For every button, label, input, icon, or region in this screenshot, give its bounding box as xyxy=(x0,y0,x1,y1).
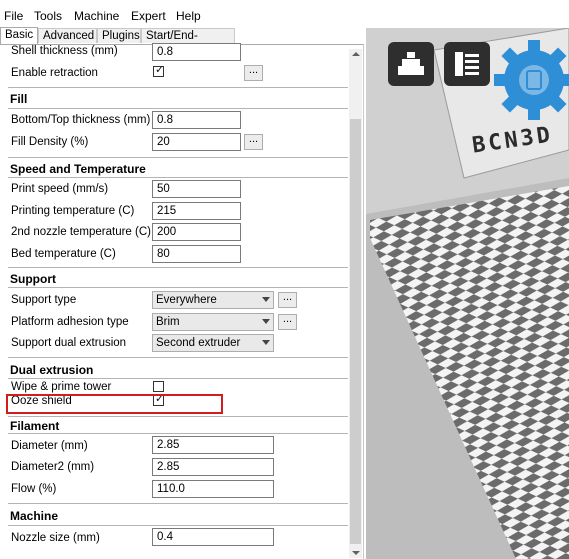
load-icon xyxy=(398,52,424,75)
menu-file[interactable]: File xyxy=(4,9,23,23)
divider xyxy=(8,287,348,288)
support-dual-extrusion-value: Second extruder xyxy=(156,337,241,349)
platform-adhesion-more-button[interactable]: ... xyxy=(278,314,297,330)
fill-header: Fill xyxy=(10,92,28,106)
scroll-up-arrow-icon[interactable] xyxy=(352,52,360,56)
divider xyxy=(8,378,348,379)
filament-header: Filament xyxy=(10,419,60,433)
flow-field[interactable]: 110.0 xyxy=(152,480,274,498)
print-speed-label: Print speed (mm/s) xyxy=(11,183,109,195)
menu-machine[interactable]: Machine xyxy=(74,9,119,23)
diameter2-field[interactable]: 2.85 xyxy=(152,458,274,476)
ooze-shield-highlight xyxy=(6,394,223,414)
divider xyxy=(8,503,348,504)
load-model-button[interactable] xyxy=(388,42,434,86)
nozzle-size-field[interactable]: 0.4 xyxy=(152,528,274,546)
retraction-more-button[interactable]: ... xyxy=(244,65,263,81)
bed-temperature-label: Bed temperature (C) xyxy=(11,248,116,260)
shell-thickness-label: Shell thickness (mm) xyxy=(11,45,118,57)
flow-label: Flow (%) xyxy=(11,483,57,495)
wipe-prime-tower-label: Wipe & prime tower xyxy=(11,381,112,393)
diameter-label: Diameter (mm) xyxy=(11,440,88,452)
shell-thickness-field[interactable]: 0.8 xyxy=(152,43,241,61)
tab-advanced[interactable]: Advanced xyxy=(38,28,97,43)
divider xyxy=(8,87,348,88)
support-header: Support xyxy=(10,272,56,286)
support-type-label: Support type xyxy=(11,294,77,306)
menu-tools[interactable]: Tools xyxy=(34,9,62,23)
wipe-prime-tower-checkbox[interactable] xyxy=(153,381,164,392)
dual-extrusion-header: Dual extrusion xyxy=(10,363,94,377)
printing-temperature-label: Printing temperature (C) xyxy=(11,205,135,217)
speed-temperature-header: Speed and Temperature xyxy=(10,162,146,176)
enable-retraction-checkbox[interactable]: ✓ xyxy=(153,64,164,77)
bed-temperature-field[interactable]: 80 xyxy=(152,245,241,263)
scrollbar-thumb[interactable] xyxy=(350,119,361,544)
divider xyxy=(8,525,348,526)
machine-header: Machine xyxy=(10,509,59,523)
3d-viewport[interactable]: BCN3D xyxy=(366,28,569,559)
support-type-select[interactable]: Everywhere xyxy=(152,291,274,309)
bottom-top-thickness-field[interactable]: 0.8 xyxy=(152,111,241,129)
divider xyxy=(8,357,348,358)
diameter-field[interactable]: 2.85 xyxy=(152,436,274,454)
diameter2-label: Diameter2 (mm) xyxy=(11,461,95,473)
divider xyxy=(8,267,348,268)
bottom-top-thickness-label: Bottom/Top thickness (mm) xyxy=(11,114,151,126)
printing-temperature-field[interactable]: 215 xyxy=(152,202,241,220)
fill-density-label: Fill Density (%) xyxy=(11,136,89,148)
fill-density-more-button[interactable]: ... xyxy=(244,134,263,150)
divider xyxy=(8,416,348,417)
support-dual-extrusion-select[interactable]: Second extruder xyxy=(152,334,274,352)
print-icon xyxy=(455,52,479,76)
enable-retraction-label: Enable retraction xyxy=(11,67,98,79)
platform-adhesion-label: Platform adhesion type xyxy=(11,316,129,328)
divider xyxy=(8,177,348,178)
divider xyxy=(8,157,348,158)
menu-bar: File Tools Machine Expert Help xyxy=(0,0,569,28)
chevron-down-icon xyxy=(262,319,270,324)
menu-help[interactable]: Help xyxy=(176,9,201,23)
second-nozzle-temperature-label: 2nd nozzle temperature (C) xyxy=(11,226,151,238)
tab-start-end-gcode[interactable]: Start/End-GCode xyxy=(141,28,235,57)
second-nozzle-temperature-field[interactable]: 200 xyxy=(152,223,241,241)
tab-basic[interactable]: Basic xyxy=(0,27,38,44)
chevron-down-icon xyxy=(262,297,270,302)
platform-adhesion-select[interactable]: Brim xyxy=(152,313,274,331)
tab-plugins[interactable]: Plugins xyxy=(97,28,141,43)
platform-adhesion-value: Brim xyxy=(156,316,180,328)
divider xyxy=(8,108,348,109)
fill-density-field[interactable]: 20 xyxy=(152,133,241,151)
basic-settings-panel: Shell thickness (mm) 0.8 Enable retracti… xyxy=(0,43,364,559)
scroll-down-arrow-icon[interactable] xyxy=(352,551,360,555)
print-speed-field[interactable]: 50 xyxy=(152,180,241,198)
support-type-value: Everywhere xyxy=(156,294,217,306)
support-type-more-button[interactable]: ... xyxy=(278,292,297,308)
panel-scrollbar[interactable] xyxy=(349,49,362,558)
gear-icon[interactable] xyxy=(484,30,569,130)
divider xyxy=(8,433,348,434)
support-dual-extrusion-label: Support dual extrusion xyxy=(11,337,127,349)
chevron-down-icon xyxy=(262,340,270,345)
nozzle-size-label: Nozzle size (mm) xyxy=(11,532,100,544)
menu-expert[interactable]: Expert xyxy=(131,9,166,23)
